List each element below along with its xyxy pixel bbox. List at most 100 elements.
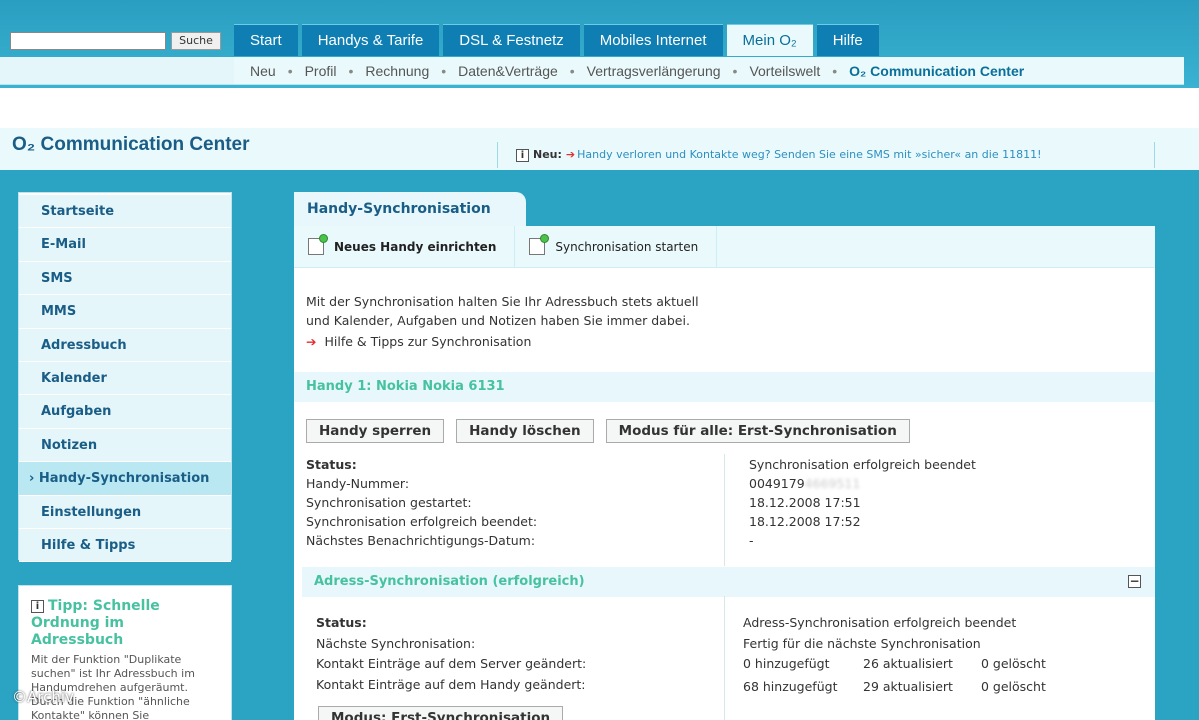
intro-line: Mit der Synchronisation halten Sie Ihr A… <box>306 294 699 309</box>
next-notification-label: Nächstes Benachrichtigungs-Datum: <box>306 533 536 548</box>
sidebar-item-sms[interactable]: SMS <box>19 261 231 296</box>
column-divider <box>724 596 725 720</box>
sidebar-item-handy-synchronisation[interactable]: › Handy-Synchronisation <box>19 462 231 496</box>
tab-mein-o2[interactable]: Mein O₂ <box>726 24 813 56</box>
news-label: Neu: <box>533 148 562 161</box>
page-title: O₂ Communication Center <box>12 134 250 155</box>
intro-line: und Kalender, Aufgaben und Notizen haben… <box>306 313 690 328</box>
tip-title: i Tipp: Schnelle Ordnung im Adressbuch <box>31 598 219 649</box>
subnav-daten-vertraege[interactable]: Daten&Verträge <box>458 63 558 79</box>
main-navigation: Start Handys & Tarife DSL & Festnetz Mob… <box>234 24 883 56</box>
phone-number-value: 00491794669511 <box>749 474 976 493</box>
add-device-icon <box>308 234 328 255</box>
subnav-neu[interactable]: Neu <box>250 63 276 79</box>
search-input[interactable] <box>10 32 166 50</box>
subnav-separator: • <box>832 62 838 79</box>
server-added: 0 hinzugefügt <box>743 656 830 671</box>
server-deleted: 0 gelöscht <box>981 656 1046 671</box>
sidebar-item-einstellungen[interactable]: Einstellungen <box>19 495 231 529</box>
subnav-separator: • <box>287 62 293 79</box>
start-sync-label: Synchronisation starten <box>555 239 699 254</box>
phone-number-visible: 0049179 <box>749 476 805 491</box>
arrow-right-icon: ➔ <box>565 148 576 161</box>
phone-number-redacted: 4669511 <box>804 476 861 491</box>
device-actions: Handy sperren Handy löschen Modus für al… <box>306 419 922 443</box>
content-tab-handy-synchronisation[interactable]: Handy-Synchronisation <box>294 192 526 226</box>
handy-changes-label: Kontakt Einträge auf dem Handy geändert: <box>316 676 586 692</box>
subnav-separator: • <box>569 62 575 79</box>
info-icon: i <box>516 148 529 162</box>
handy-deleted: 0 gelöscht <box>981 678 1046 694</box>
sync-finished-label: Synchronisation erfolgreich beendet: <box>306 514 538 529</box>
subnav-vorteilswelt[interactable]: Vorteilswelt <box>749 63 820 79</box>
news-link[interactable]: Handy verloren und Kontakte weg? Senden … <box>577 148 1041 161</box>
subnav-communication-center[interactable]: O₂ Communication Center <box>849 63 1024 79</box>
sub-navigation: Neu • Profil • Rechnung • Daten&Verträge • V… <box>234 57 1184 85</box>
status-label: Status: <box>306 457 357 472</box>
sync-started-label: Synchronisation gestartet: <box>306 495 472 510</box>
sidebar-item-hilfe-tipps[interactable]: Hilfe & Tipps <box>19 528 231 563</box>
sync-icon <box>529 234 550 255</box>
address-status-value: Adress-Synchronisation erfolgreich beend… <box>743 615 1017 630</box>
sync-started-value: 18.12.2008 17:51 <box>749 495 861 510</box>
lock-device-button[interactable]: Handy sperren <box>306 419 445 443</box>
status-value: Synchronisation erfolgreich beendet <box>749 457 976 472</box>
delete-device-button[interactable]: Handy löschen <box>456 419 594 443</box>
collapse-icon[interactable]: − <box>1128 575 1141 588</box>
subnav-rechnung[interactable]: Rechnung <box>365 63 429 79</box>
new-device-label: Neues Handy einrichten <box>334 239 497 254</box>
sidebar-item-kalender[interactable]: Kalender <box>19 361 231 396</box>
tab-start[interactable]: Start <box>234 24 298 56</box>
address-status-values: Adress-Synchronisation erfolgreich beend… <box>743 613 1061 697</box>
phone-number-label: Handy-Nummer: <box>306 476 410 491</box>
subnav-left-band <box>0 57 234 85</box>
sync-finished-value: 18.12.2008 17:52 <box>749 514 861 529</box>
watermark: ©Archiv <box>12 688 74 706</box>
sidebar-item-notizen[interactable]: Notizen <box>19 428 231 463</box>
subnav-separator: • <box>732 62 738 79</box>
tab-dsl-festnetz[interactable]: DSL & Festnetz <box>443 24 580 56</box>
next-sync-value: Fertig für die nächste Synchronisation <box>743 635 981 651</box>
tab-mobiles-internet[interactable]: Mobiles Internet <box>583 24 723 56</box>
next-notification-value: - <box>749 533 754 548</box>
main-content: Neues Handy einrichten Synchronisation s… <box>294 225 1155 720</box>
subnav-profil[interactable]: Profil <box>305 63 337 79</box>
server-changes-label: Kontakt Einträge auf dem Server geändert… <box>316 656 587 671</box>
sidebar-item-email[interactable]: E-Mail <box>19 228 231 262</box>
address-mode-button[interactable]: Modus: Erst-Synchronisation <box>318 706 564 720</box>
mode-all-button[interactable]: Modus für alle: Erst-Synchronisation <box>605 419 910 443</box>
start-sync-button[interactable]: Synchronisation starten <box>515 225 718 268</box>
sidebar: Startseite E-Mail SMS MMS Adressbuch Kal… <box>18 192 232 563</box>
sidebar-item-adressbuch[interactable]: Adressbuch <box>19 328 231 362</box>
device-heading: Handy 1: Nokia Nokia 6131 <box>294 372 1155 402</box>
subnav-separator: • <box>441 62 447 79</box>
tab-handys-tarife[interactable]: Handys & Tarife <box>301 24 440 56</box>
info-icon: i <box>31 599 44 613</box>
new-device-button[interactable]: Neues Handy einrichten <box>294 225 516 268</box>
address-sync-heading: Adress-Synchronisation (erfolgreich) − <box>302 567 1155 597</box>
toolbar: Neues Handy einrichten Synchronisation s… <box>294 225 1155 268</box>
sidebar-item-startseite[interactable]: Startseite <box>19 195 231 229</box>
device-status-labels: Status: Handy-Nummer: Synchronisation ge… <box>306 455 537 550</box>
tip-text: Mit der Funktion "Duplikate suchen" ist … <box>31 653 195 720</box>
tab-hilfe[interactable]: Hilfe <box>816 24 879 56</box>
address-status-label: Status: <box>316 615 367 630</box>
help-link-label: Hilfe & Tipps zur Synchronisation <box>324 334 532 349</box>
arrow-right-icon: ➔ <box>306 334 317 349</box>
search-button[interactable]: Suche <box>171 32 221 50</box>
address-sync-title: Adress-Synchronisation (erfolgreich) <box>314 574 585 589</box>
next-sync-label: Nächste Synchronisation: <box>316 635 476 651</box>
handy-updated: 29 aktualisiert <box>863 678 953 694</box>
column-divider <box>724 454 725 566</box>
news-ticker: i Neu: ➔ Handy verloren und Kontakte weg? S… <box>497 142 1155 168</box>
subnav-separator: • <box>348 62 354 79</box>
device-status-values: Synchronisation erfolgreich beendet 0049… <box>749 455 976 550</box>
tip-title-text: Tipp: Schnelle Ordnung im Adressbuch <box>31 598 160 648</box>
server-changes-values: 0 hinzugefügt 26 aktualisiert 0 gelöscht <box>743 654 1061 675</box>
handy-changes-values: 68 hinzugefügt 29 aktualisiert 0 gelösch… <box>743 677 1061 698</box>
subnav-vertragsverlaengerung[interactable]: Vertragsverlängerung <box>587 63 721 79</box>
sidebar-item-mms[interactable]: MMS <box>19 295 231 329</box>
sidebar-item-aufgaben[interactable]: Aufgaben <box>19 395 231 429</box>
help-link[interactable]: ➔ Hilfe & Tipps zur Synchronisation <box>306 332 1143 351</box>
handy-added: 68 hinzugefügt <box>743 678 838 694</box>
